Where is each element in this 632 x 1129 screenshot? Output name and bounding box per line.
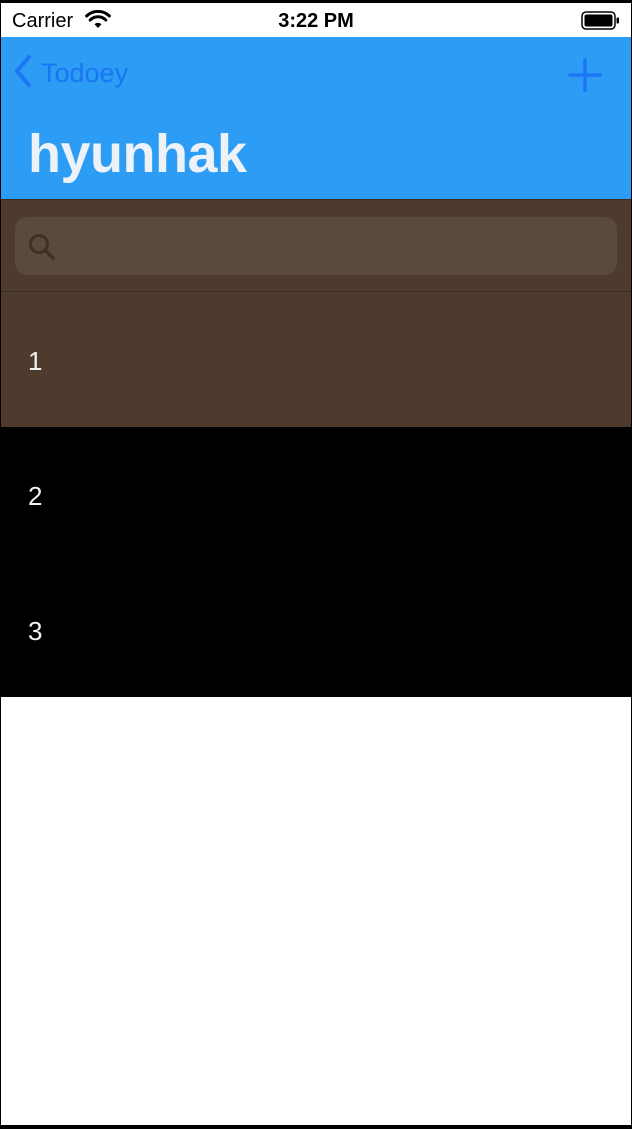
add-button[interactable] — [567, 57, 603, 93]
back-button[interactable]: Todoey — [13, 54, 129, 93]
battery-icon — [581, 11, 621, 36]
list-item-label: 3 — [28, 616, 43, 646]
status-time: 3:22 PM — [278, 10, 354, 32]
page-title: hyunhak — [28, 124, 247, 184]
chevron-left-icon — [13, 54, 33, 93]
search-bar — [1, 199, 631, 292]
list-item[interactable]: 3 — [1, 562, 631, 697]
search-input[interactable] — [65, 217, 609, 277]
list-item[interactable]: 2 — [1, 427, 631, 562]
todo-list: 1 2 3 — [1, 292, 631, 697]
navigation-bar: Todoey hyunhak — [1, 37, 631, 199]
status-bar: Carrier 3:22 PM — [1, 3, 631, 37]
plus-icon — [567, 58, 603, 97]
search-icon — [28, 233, 56, 266]
list-item-label: 1 — [28, 346, 43, 376]
back-button-label: Todoey — [41, 57, 129, 88]
list-item-label: 2 — [28, 481, 43, 511]
search-field[interactable] — [15, 217, 617, 277]
screen: Carrier 3:22 PM Todoey hyunhak 1 2 3 — [1, 3, 631, 1125]
list-item[interactable]: 1 — [1, 292, 631, 427]
